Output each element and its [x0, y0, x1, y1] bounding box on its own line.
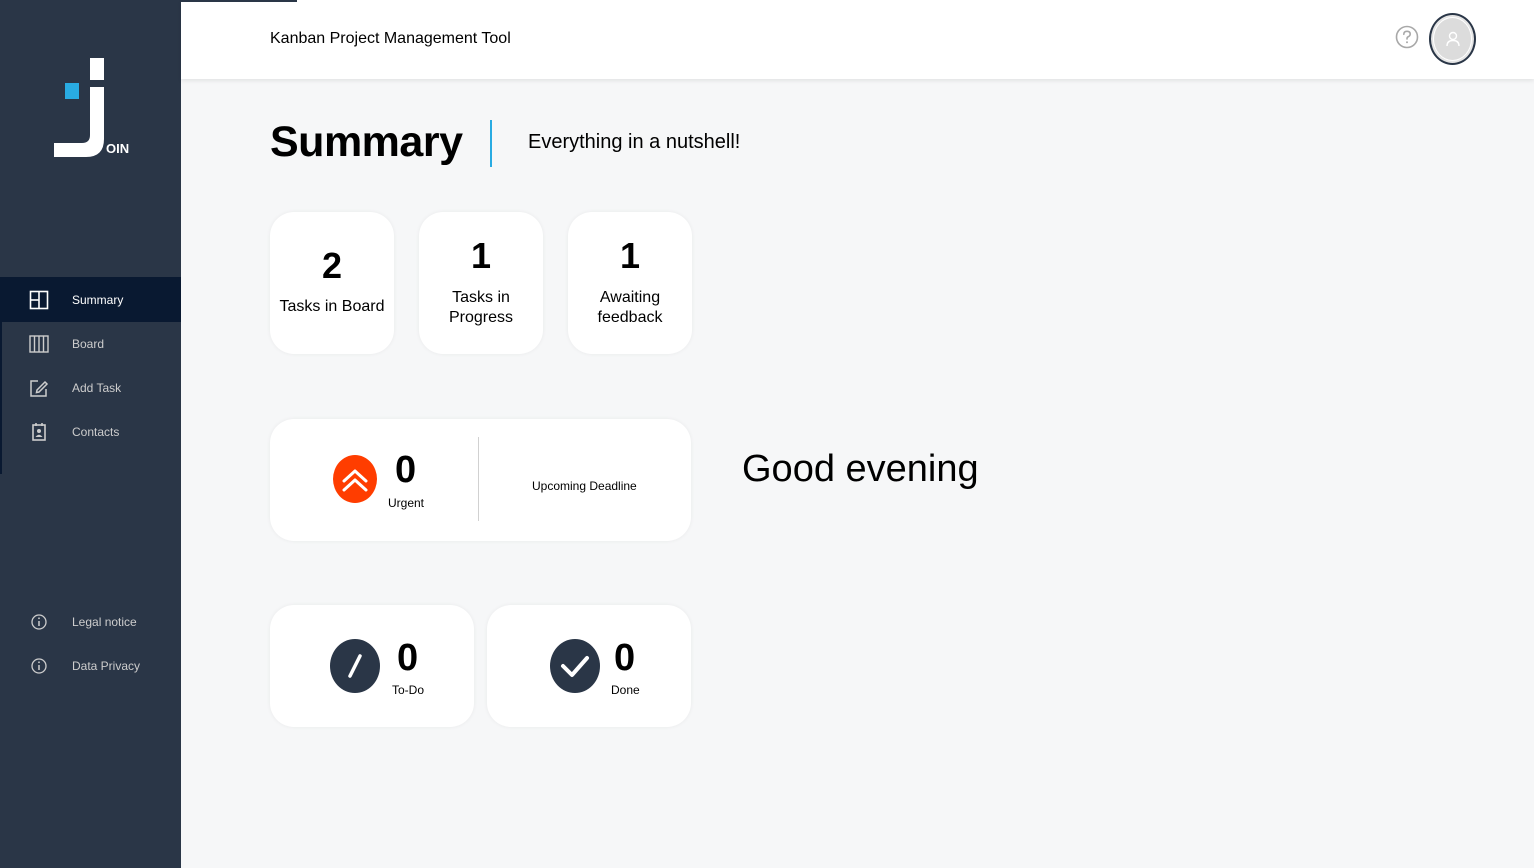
info-icon: [29, 612, 49, 632]
page-subtitle: Everything in a nutshell!: [528, 131, 741, 153]
join-logo[interactable]: OIN: [52, 57, 132, 162]
urgent-count: 0: [395, 449, 417, 491]
todo-card[interactable]: 0 To-Do: [270, 605, 474, 727]
contacts-icon: [29, 422, 49, 442]
sidebar-item-contacts[interactable]: Contacts: [0, 410, 181, 454]
sidebar-item-label: Data Privacy: [72, 659, 141, 673]
urgent-divider: [478, 437, 479, 521]
tasks-in-progress-card[interactable]: 1 Tasks in Progress: [419, 212, 543, 354]
done-count: 0: [614, 637, 636, 679]
sidebar-item-summary[interactable]: Summary: [0, 277, 181, 322]
sidebar-item-label: Legal notice: [72, 615, 137, 629]
info-icon: [29, 656, 49, 676]
stat-value: 2: [321, 245, 343, 286]
help-icon[interactable]: [1395, 25, 1419, 49]
app-title: Kanban Project Management Tool: [270, 30, 511, 47]
sidebar-item-label: Summary: [72, 292, 124, 307]
sidebar-item-board[interactable]: Board: [0, 322, 181, 366]
stat-label-line: Progress: [448, 309, 514, 326]
checkmark-icon: [550, 639, 600, 693]
board-icon: [29, 334, 49, 354]
stat-value: 1: [619, 235, 641, 276]
user-avatar-button[interactable]: [1429, 13, 1476, 65]
top-header: Kanban Project Management Tool: [181, 0, 1534, 79]
stat-label-line: Awaiting: [599, 289, 661, 306]
awaiting-feedback-card[interactable]: 1 Awaiting feedback: [568, 212, 692, 354]
sidebar: OIN Summary Board Add Task Contacts Lega…: [0, 0, 181, 868]
upcoming-deadline-label: Upcoming Deadline: [532, 479, 637, 493]
sidebar-item-label: Board: [72, 337, 105, 351]
done-card[interactable]: 0 Done: [487, 605, 691, 727]
sidebar-item-legal-notice[interactable]: Legal notice: [0, 600, 181, 644]
sidebar-footer: Legal notice Data Privacy: [0, 600, 181, 688]
nav-edge-indicator: [0, 322, 2, 474]
add-task-icon: [29, 378, 49, 398]
sidebar-item-label: Contacts: [72, 425, 120, 439]
stat-label-line: feedback: [597, 309, 663, 326]
stat-label-line: Tasks in: [452, 289, 510, 306]
urgent-card[interactable]: 0 Urgent Upcoming Deadline: [270, 419, 691, 541]
tasks-in-board-card[interactable]: 2 Tasks in Board: [270, 212, 394, 354]
stat-label: Tasks in Board: [279, 298, 385, 315]
user-avatar-icon: [1433, 17, 1472, 61]
logo-text: OIN: [106, 141, 129, 156]
header-accent-line: [181, 0, 297, 2]
sidebar-item-data-privacy[interactable]: Data Privacy: [0, 644, 181, 688]
sidebar-item-add-task[interactable]: Add Task: [0, 366, 181, 410]
urgent-label: Urgent: [388, 496, 425, 510]
main-nav: Summary Board Add Task Contacts: [0, 277, 181, 454]
todo-count: 0: [397, 637, 419, 679]
summary-icon: [29, 290, 49, 310]
todo-label: To-Do: [392, 683, 425, 697]
urgent-priority-icon: [333, 455, 377, 503]
title-divider: [490, 120, 492, 167]
page-title: Summary: [270, 118, 463, 166]
sidebar-item-label: Add Task: [72, 381, 122, 395]
stat-value: 1: [470, 235, 492, 276]
done-label: Done: [611, 683, 640, 697]
pencil-icon: [330, 639, 380, 693]
greeting-text: Good evening: [742, 448, 979, 490]
